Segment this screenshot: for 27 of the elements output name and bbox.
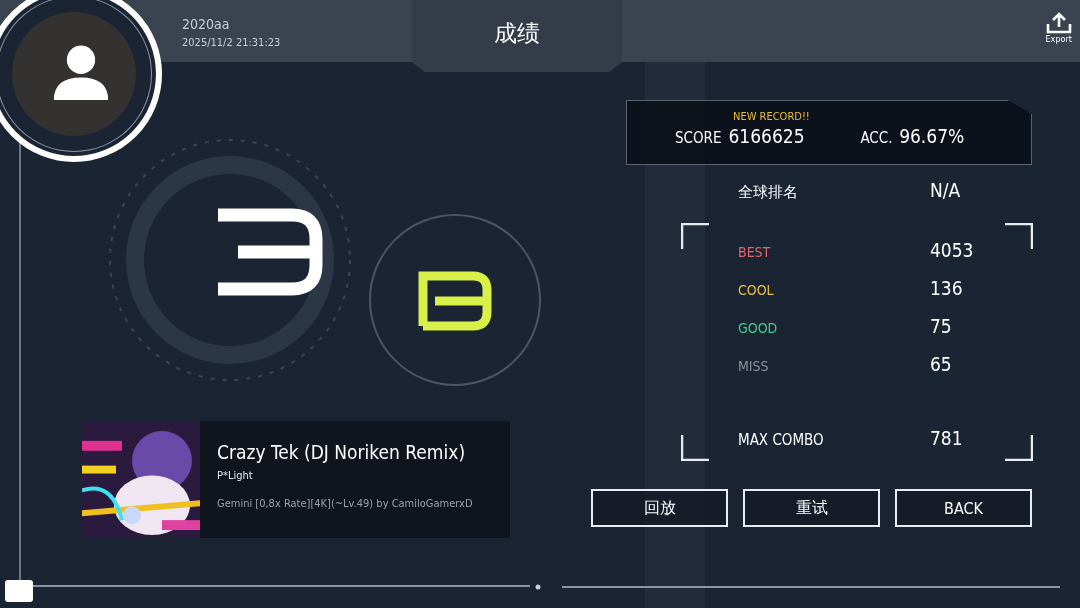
- max-combo-value: 781: [930, 427, 963, 449]
- accuracy-label: ACC.: [860, 129, 894, 147]
- judgement-count: 65: [930, 353, 952, 375]
- rank-value: N/A: [930, 179, 961, 201]
- judgement-count: 75: [930, 315, 952, 337]
- judgement-count: 4053: [930, 239, 974, 261]
- action-button[interactable]: 回放: [591, 489, 728, 527]
- player-name: 2020aa: [182, 16, 231, 32]
- action-button[interactable]: 重试: [743, 489, 880, 527]
- action-button[interactable]: BACK: [895, 489, 1032, 527]
- accuracy-value: 96.67%: [899, 125, 966, 147]
- rank-label: 全球排名: [738, 183, 799, 202]
- score-value: 6166625: [728, 125, 806, 147]
- page-title: 成绩: [494, 20, 540, 48]
- export-button[interactable]: Export: [1045, 12, 1072, 44]
- score-label: SCORE: [675, 129, 723, 147]
- judgement-label: BEST: [738, 244, 772, 260]
- judgement-label: GOOD: [738, 320, 779, 336]
- max-combo-label: MAX COMBO: [738, 431, 825, 449]
- new-record-label: NEW RECORD!!: [733, 110, 811, 123]
- play-time: 2025/11/2 21:31:23: [182, 36, 282, 49]
- song-title: Crazy Tek (DJ Noriken Remix): [217, 441, 467, 463]
- song-artist: P*Light: [217, 469, 254, 482]
- judgement-count: 136: [930, 277, 963, 299]
- chart-info: Gemini [0,8x Rate][4K](~Lv.49) by CamiloGamerxD: [217, 497, 473, 510]
- judgement-label: COOL: [738, 282, 775, 298]
- judgement-label: MISS: [738, 358, 770, 374]
